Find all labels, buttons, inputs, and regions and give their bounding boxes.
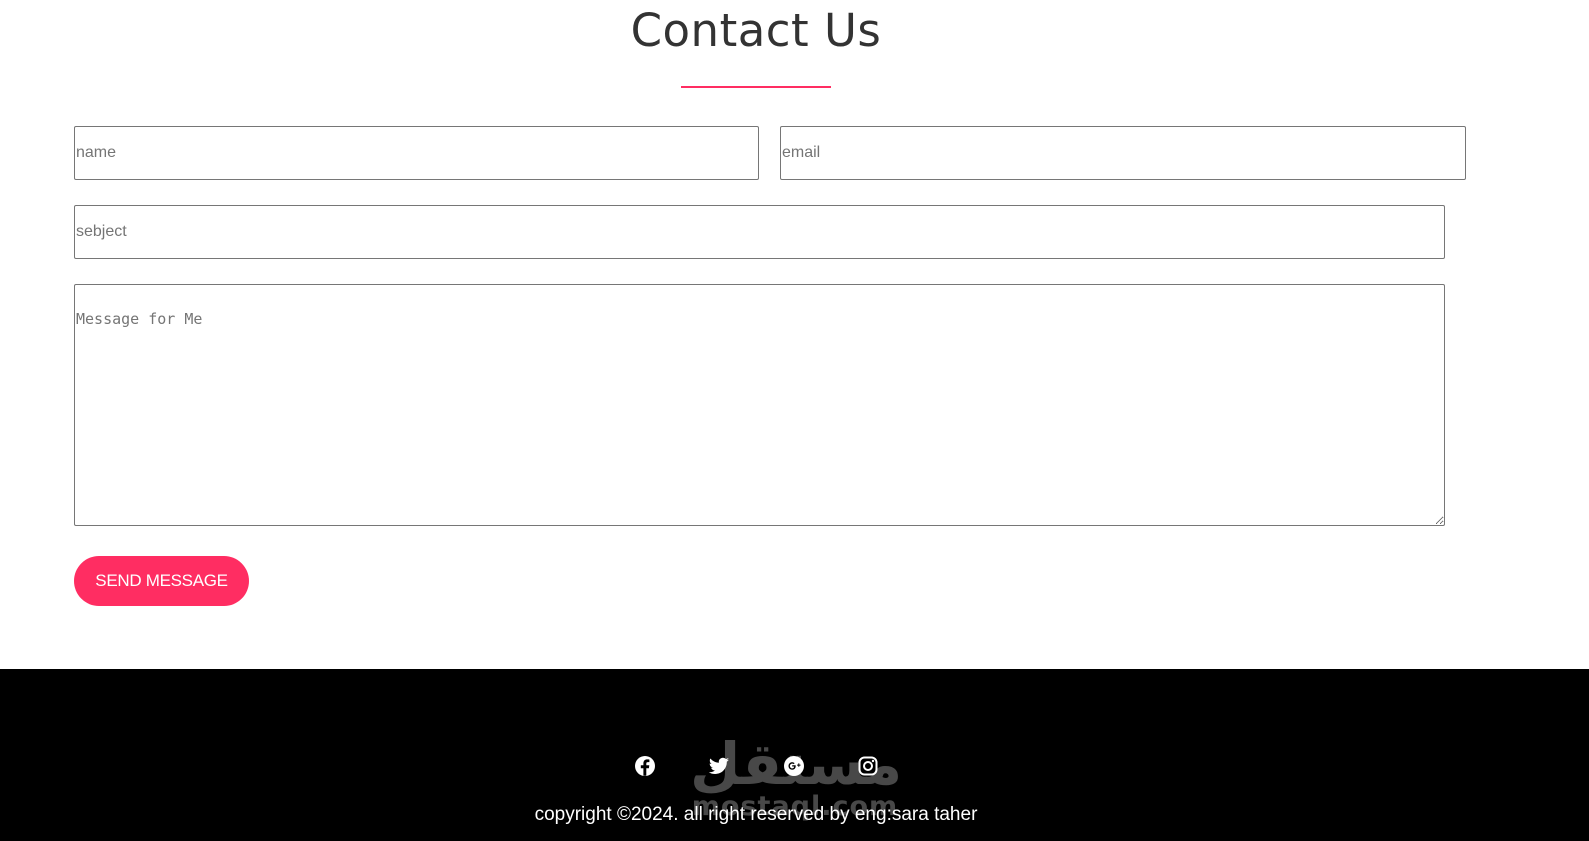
message-field[interactable] <box>74 284 1445 526</box>
send-message-button[interactable]: SEND MESSAGE <box>74 556 249 606</box>
subject-field[interactable] <box>74 205 1445 259</box>
copyright-text: copyright ©2024. all right reserved by e… <box>534 804 978 825</box>
twitter-icon[interactable] <box>708 755 730 777</box>
facebook-icon[interactable] <box>634 755 656 777</box>
instagram-icon[interactable] <box>857 755 879 777</box>
contact-section: Contact Us SEND MESSAGE <box>0 0 1589 669</box>
name-field[interactable] <box>74 126 759 180</box>
page: Contact Us SEND MESSAGE مستقل mostaql.co… <box>0 0 1589 841</box>
google-plus-icon[interactable] <box>783 755 805 777</box>
footer: مستقل mostaql.com <box>0 669 1589 841</box>
title-underline <box>681 86 831 88</box>
email-field[interactable] <box>780 126 1466 180</box>
page-title: Contact Us <box>630 4 882 57</box>
